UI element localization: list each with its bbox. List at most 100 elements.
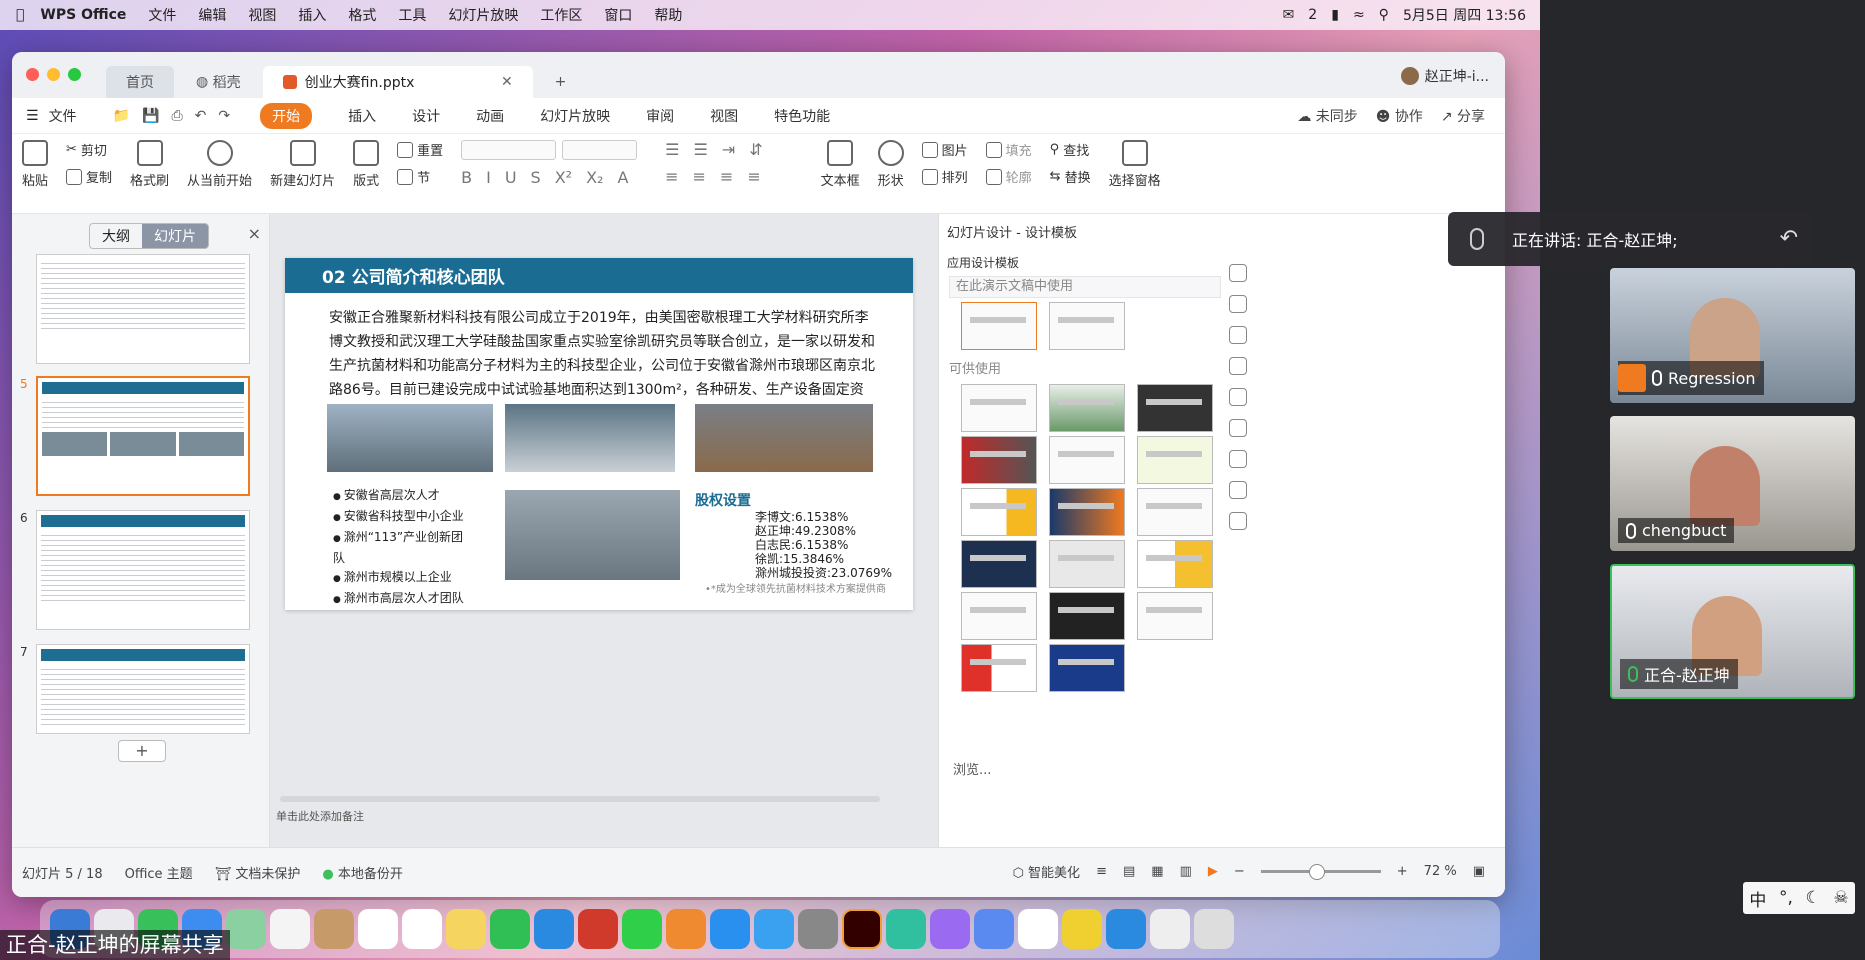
factory-exterior-photo[interactable]: [327, 404, 493, 472]
illustrator-icon[interactable]: [842, 909, 882, 949]
equipment-photo[interactable]: [695, 404, 873, 472]
close-window-button[interactable]: [26, 68, 39, 81]
bold-icon[interactable]: B: [461, 168, 472, 187]
underline-icon[interactable]: U: [505, 168, 517, 187]
slide-thumb-6[interactable]: [36, 510, 250, 630]
template-thumb[interactable]: [1137, 436, 1213, 484]
sorter-view-icon[interactable]: ▦: [1151, 864, 1163, 879]
wechat-icon[interactable]: ✉: [1283, 7, 1295, 23]
history-tool-icon[interactable]: [1229, 481, 1247, 499]
template-thumb[interactable]: [1049, 302, 1125, 350]
slides-tab[interactable]: 幻灯片: [142, 224, 208, 248]
tab-document[interactable]: 创业大赛fin.pptx ✕: [262, 66, 533, 98]
settings-tool-icon[interactable]: [1229, 450, 1247, 468]
superscript-icon[interactable]: X²: [555, 168, 572, 187]
reset-button[interactable]: 重置: [397, 140, 443, 159]
close-tab-icon[interactable]: ✕: [501, 74, 513, 90]
notes-app-icon[interactable]: [1062, 909, 1102, 949]
numbers-icon[interactable]: [490, 909, 530, 949]
bullet-list-icon[interactable]: ☰: [665, 140, 679, 159]
zoom-in-icon[interactable]: +: [1397, 864, 1408, 879]
notes-field[interactable]: 单击此处添加备注: [276, 808, 364, 824]
maps-icon[interactable]: [226, 909, 266, 949]
undo-icon[interactable]: ↶: [195, 108, 207, 124]
align-left-icon[interactable]: ≡: [665, 167, 678, 186]
fit-window-icon[interactable]: ▣: [1473, 864, 1485, 879]
template-thumb[interactable]: [961, 436, 1037, 484]
wps-icon[interactable]: [578, 909, 618, 949]
tab-daoke[interactable]: ◍ 稻壳: [176, 66, 261, 98]
browse-link[interactable]: 浏览...: [953, 759, 991, 778]
tab-slideshow[interactable]: 幻灯片放映: [540, 106, 610, 126]
video-tile-active-speaker[interactable]: 正合-赵正坤: [1610, 564, 1855, 699]
input-method-bar[interactable]: 中 °, ☾ ☠: [1743, 882, 1855, 914]
fill-button[interactable]: 填充: [985, 140, 1032, 159]
template-thumb[interactable]: [1137, 384, 1213, 432]
document-stack-icon[interactable]: [1150, 909, 1190, 949]
arrange-button[interactable]: 排列: [921, 167, 968, 186]
slideshow-play-icon[interactable]: ▶: [1208, 864, 1218, 879]
media-player-icon[interactable]: [886, 909, 926, 949]
horizontal-scrollbar[interactable]: [280, 796, 880, 802]
tab-design[interactable]: 设计: [412, 106, 440, 126]
select-pane-button[interactable]: 选择窗格: [1109, 140, 1161, 189]
menu-wps-file[interactable]: 文件: [49, 106, 77, 126]
template-thumb[interactable]: [1049, 540, 1125, 588]
design-tool-icon[interactable]: [1229, 357, 1247, 375]
menu-window[interactable]: 窗口: [604, 5, 632, 25]
subscript-icon[interactable]: X₂: [586, 168, 603, 187]
font-color-icon[interactable]: A: [617, 168, 628, 187]
menu-file[interactable]: 文件: [148, 5, 176, 25]
shape-button[interactable]: 形状: [877, 140, 904, 189]
apple-icon[interactable]: : [16, 7, 24, 23]
textbox-button[interactable]: 文本框: [821, 140, 860, 189]
zoom-out-icon[interactable]: −: [1234, 864, 1245, 879]
menu-slideshow[interactable]: 幻灯片放映: [448, 5, 518, 25]
template-thumb[interactable]: [1137, 592, 1213, 640]
template-thumb[interactable]: [1049, 592, 1125, 640]
hamburger-icon[interactable]: ☰: [26, 108, 39, 124]
wifi-icon[interactable]: ≈: [1353, 7, 1365, 23]
tab-insert[interactable]: 插入: [348, 106, 376, 126]
video-tile[interactable]: Regression: [1610, 268, 1855, 403]
redo-icon[interactable]: ↷: [218, 108, 230, 124]
template-thumb[interactable]: [961, 488, 1037, 536]
slide-thumb-4[interactable]: [36, 254, 250, 364]
creative-app-icon[interactable]: [930, 909, 970, 949]
menu-edit[interactable]: 编辑: [198, 5, 226, 25]
tab-features[interactable]: 特色功能: [774, 106, 830, 126]
align-right-icon[interactable]: ≡: [720, 167, 733, 186]
effects-tool-icon[interactable]: [1229, 326, 1247, 344]
moon-icon[interactable]: ☾: [1806, 888, 1821, 908]
tab-review[interactable]: 审阅: [646, 106, 674, 126]
numbered-list-icon[interactable]: ☰: [693, 140, 707, 159]
app-store-icon[interactable]: [710, 909, 750, 949]
align-center-icon[interactable]: ≡: [693, 167, 706, 186]
app-name[interactable]: WPS Office: [40, 7, 126, 23]
safari-icon[interactable]: [754, 909, 794, 949]
skin-icon[interactable]: ☠: [1833, 888, 1848, 908]
backup-status[interactable]: ● 本地备份开: [322, 863, 403, 882]
collab-button[interactable]: ☻ 协作: [1376, 106, 1423, 126]
slide-thumb-5[interactable]: [36, 376, 250, 496]
normal-view-icon[interactable]: ▤: [1123, 864, 1135, 879]
user-chip[interactable]: 赵正坤-i...: [1400, 66, 1489, 86]
animation-tool-icon[interactable]: [1229, 419, 1247, 437]
reply-icon[interactable]: ↶: [1780, 226, 1798, 251]
template-thumb[interactable]: [1049, 384, 1125, 432]
italic-icon[interactable]: I: [486, 168, 491, 187]
image-tool-icon[interactable]: [1229, 512, 1247, 530]
layout-button[interactable]: 版式: [353, 140, 379, 189]
punctuation-icon[interactable]: °,: [1779, 888, 1793, 908]
slide[interactable]: 02 公司简介和核心团队 安徽正合雅聚新材料科技有限公司成立于2019年，由美国…: [285, 258, 913, 610]
tab-start[interactable]: 开始: [260, 102, 313, 129]
template-thumb[interactable]: [961, 540, 1037, 588]
font-family-select[interactable]: [461, 140, 557, 160]
theme-name[interactable]: Office 主题: [125, 863, 193, 882]
indent-icon[interactable]: ⇥: [722, 140, 735, 159]
template-thumb[interactable]: [961, 592, 1037, 640]
menu-view[interactable]: 视图: [248, 5, 276, 25]
panel-title[interactable]: 幻灯片设计 - 设计模板: [947, 222, 1077, 241]
shape-tool-icon[interactable]: [1229, 264, 1247, 282]
meeting-app-icon[interactable]: [1106, 909, 1146, 949]
